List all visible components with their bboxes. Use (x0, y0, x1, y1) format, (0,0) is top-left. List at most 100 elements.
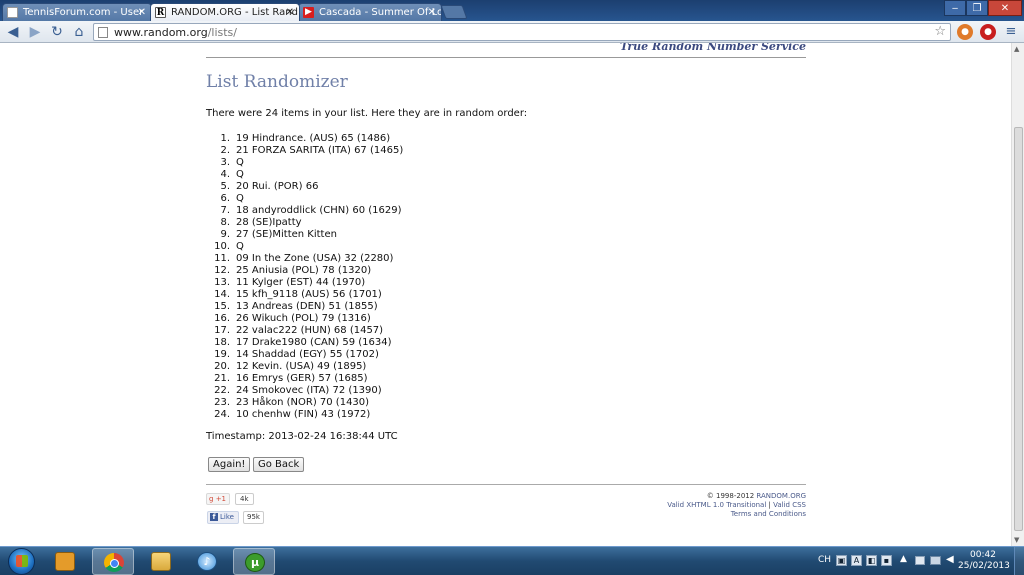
fb-count: 95k (243, 511, 264, 524)
list-item-text: 15 kfh_9118 (AUS) 56 (1701) (236, 289, 382, 300)
list-item-number: 8. (220, 217, 230, 228)
ime-mode-icon[interactable]: A (851, 555, 862, 566)
close-icon[interactable]: ✕ (428, 4, 436, 21)
start-button[interactable] (8, 548, 35, 575)
list-item: 4. Q (206, 169, 403, 181)
ime-keyboard-icon[interactable]: ▪ (881, 555, 892, 566)
taskbar-utorrent[interactable]: µ (233, 548, 275, 575)
address-bar[interactable]: www.random.org/lists/ ☆ (93, 23, 951, 41)
list-item-number: 3. (220, 157, 230, 168)
list-item: 20. 12 Kevin. (USA) 49 (1895) (206, 361, 403, 373)
scroll-down-icon[interactable]: ▼ (1014, 536, 1019, 544)
list-item-number: 18. (214, 337, 230, 348)
scroll-up-icon[interactable]: ▲ (1014, 45, 1019, 53)
extension-icon[interactable]: ● (957, 24, 973, 40)
list-item-text: 20 Rui. (POR) 66 (236, 181, 319, 192)
list-item-text: 17 Drake1980 (CAN) 59 (1634) (236, 337, 392, 348)
again-button[interactable]: Again! (208, 457, 251, 472)
vertical-scrollbar[interactable]: ▲ ▼ (1011, 43, 1024, 546)
show-hidden-icons-icon[interactable]: ▲ (900, 554, 907, 564)
list-item-number: 1. (220, 133, 230, 144)
reload-icon[interactable]: ↻ (48, 23, 66, 41)
site-link[interactable]: RANDOM.ORG (756, 492, 806, 500)
list-item-text: 11 Kylger (EST) 44 (1970) (236, 277, 366, 288)
page-title: List Randomizer (206, 72, 348, 92)
close-window-button[interactable]: ✕ (988, 0, 1022, 16)
list-item-text: 09 In the Zone (USA) 32 (2280) (236, 253, 394, 264)
list-item: 23. 23 Håkon (NOR) 70 (1430) (206, 397, 403, 409)
valid-xhtml-link[interactable]: Valid XHTML 1.0 Transitional (667, 501, 766, 509)
list-item-text: Q (236, 157, 244, 168)
list-item: 12. 25 Aniusia (POL) 78 (1320) (206, 265, 403, 277)
list-item-text: 22 valac222 (HUN) 68 (1457) (236, 325, 384, 336)
windows-logo-icon (16, 555, 28, 567)
back-arrow-icon[interactable]: ◀ (4, 23, 22, 41)
new-tab-button[interactable] (440, 5, 468, 19)
list-item: 2. 21 FORZA SARITA (ITA) 67 (1465) (206, 145, 403, 157)
show-desktop-button[interactable] (1014, 547, 1024, 575)
tab-strip: TennisForum.com - User ✕ R RANDOM.ORG - … (0, 0, 1024, 21)
valid-css-link[interactable]: Valid CSS (773, 501, 806, 509)
list-item-number: 21. (214, 373, 230, 384)
terms-link[interactable]: Terms and Conditions (731, 510, 806, 518)
list-item-number: 10. (214, 241, 230, 252)
tab-cascada[interactable]: ▶ Cascada - Summer Of Lov ✕ (298, 3, 442, 21)
list-item-number: 11. (214, 253, 230, 264)
intro-text: There were 24 items in your list. Here t… (206, 108, 528, 119)
header-divider (206, 57, 806, 58)
maximize-button[interactable]: ❐ (966, 0, 988, 16)
list-item: 19. 14 Shaddad (EGY) 55 (1702) (206, 349, 403, 361)
browser-toolbar: ◀ ▶ ↻ ⌂ www.random.org/lists/ ☆ ● ● ≡ (0, 21, 1024, 43)
network-icon[interactable] (930, 556, 941, 565)
page-icon (98, 27, 108, 38)
taskbar: ♪ µ CH ▣ A ◧ ▪ ▲ ◀ 00:42 25/02/2013 (0, 546, 1024, 575)
taskbar-itunes[interactable]: ♪ (186, 548, 228, 575)
list-item: 10. Q (206, 241, 403, 253)
forward-arrow-icon[interactable]: ▶ (26, 23, 44, 41)
taskbar-chrome[interactable] (92, 548, 134, 575)
copyright: © 1998-2012 (706, 492, 755, 500)
home-icon[interactable]: ⌂ (70, 23, 88, 41)
close-icon[interactable]: ✕ (286, 4, 294, 21)
action-center-icon[interactable] (915, 556, 925, 565)
facebook-like-button[interactable]: f Like (207, 511, 239, 524)
list-item: 6. Q (206, 193, 403, 205)
fb-label: Like (220, 513, 234, 521)
url-text[interactable]: www.random.org/lists/ (114, 24, 237, 41)
list-item-text: 27 (SE)Mitten Kitten (236, 229, 337, 240)
list-item-text: Q (236, 169, 244, 180)
list-item-text: 10 chenhw (FIN) 43 (1972) (236, 409, 371, 420)
list-item-number: 23. (214, 397, 230, 408)
chrome-icon (104, 553, 124, 572)
google-plus-button[interactable]: g +1 (206, 493, 230, 505)
go-back-button[interactable]: Go Back (253, 457, 305, 472)
language-indicator[interactable]: CH (818, 555, 831, 565)
bookmark-star-icon[interactable]: ☆ (934, 24, 946, 40)
minimize-button[interactable]: ‒ (944, 0, 966, 16)
taskbar-explorer[interactable] (140, 548, 182, 575)
volume-icon[interactable]: ◀ (946, 554, 954, 565)
adblock-icon[interactable]: ● (980, 24, 996, 40)
list-item: 7. 18 andyroddlick (CHN) 60 (1629) (206, 205, 403, 217)
clock-time: 00:42 (970, 550, 996, 560)
menu-icon[interactable]: ≡ (1003, 24, 1019, 40)
taskbar-media-player[interactable] (44, 548, 86, 575)
scroll-thumb[interactable] (1014, 127, 1023, 531)
ime-width-icon[interactable]: ◧ (866, 555, 877, 566)
document-icon (7, 7, 18, 18)
results-list: 1. 19 Hindrance. (AUS) 65 (1486) 2. 21 FORZ… (206, 133, 403, 421)
list-item-text: 19 Hindrance. (AUS) 65 (1486) (236, 133, 391, 144)
clock[interactable]: 00:42 25/02/2013 (958, 550, 1010, 572)
tab-random-org[interactable]: R RANDOM.ORG - List Rand ✕ (150, 3, 300, 21)
list-item-number: 22. (214, 385, 230, 396)
ime-icon[interactable]: ▣ (836, 555, 847, 566)
list-item: 21. 16 Emrys (GER) 57 (1685) (206, 373, 403, 385)
list-item-text: Q (236, 193, 244, 204)
tab-tennisforum[interactable]: TennisForum.com - User ✕ (2, 3, 152, 21)
list-item: 14. 15 kfh_9118 (AUS) 56 (1701) (206, 289, 403, 301)
tab-title: Cascada - Summer Of Lov (319, 7, 442, 18)
tab-title: TennisForum.com - User (23, 7, 144, 18)
facebook-icon: f (210, 513, 218, 521)
close-icon[interactable]: ✕ (138, 4, 146, 21)
list-item: 18. 17 Drake1980 (CAN) 59 (1634) (206, 337, 403, 349)
